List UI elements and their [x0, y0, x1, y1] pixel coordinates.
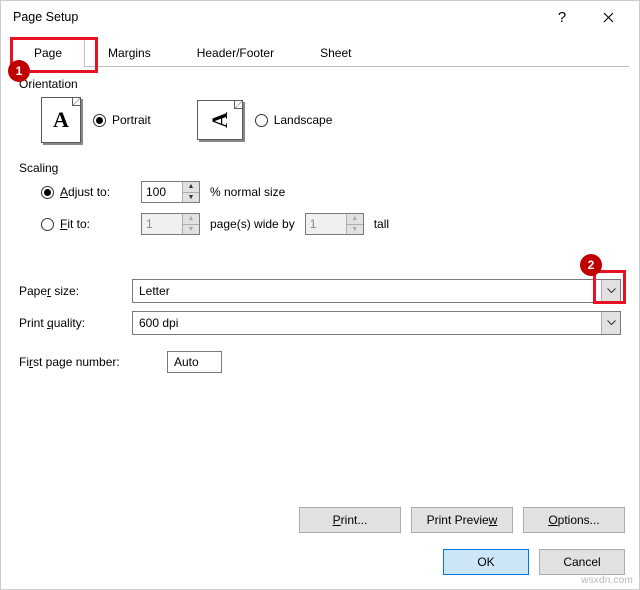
close-button[interactable]	[585, 1, 631, 33]
radio-icon	[41, 186, 54, 199]
radio-icon	[255, 114, 268, 127]
radio-icon	[93, 114, 106, 127]
print-quality-combo[interactable]	[132, 311, 621, 335]
ok-cancel-row: OK Cancel	[443, 549, 625, 575]
fit-wide-spinner[interactable]: ▲▼	[141, 213, 200, 235]
first-page-label: First page number:	[19, 355, 159, 369]
print-quality-label: Print quality:	[19, 316, 124, 330]
print-quality-dropdown-button[interactable]	[601, 312, 620, 334]
callout-2-highlight: 2	[593, 270, 626, 304]
fit-to-radio[interactable]: Fit to:	[41, 217, 131, 231]
landscape-icon[interactable]: A	[197, 100, 243, 140]
fit-wide-input[interactable]	[142, 214, 182, 234]
orientation-label: Orientation	[19, 77, 621, 91]
tab-sheet[interactable]: Sheet	[297, 38, 374, 67]
tab-page[interactable]: Page	[11, 38, 85, 67]
fit-tall-input[interactable]	[306, 214, 346, 234]
print-preview-button[interactable]: Print Preview	[411, 507, 513, 533]
action-button-row: Print... Print Preview Options...	[299, 507, 625, 533]
print-quality-value[interactable]	[133, 312, 601, 334]
watermark: wsxdn.com	[581, 575, 633, 586]
cancel-button[interactable]: Cancel	[539, 549, 625, 575]
scaling-group: Scaling Adjust to: ▲▼ % normal size Fit …	[11, 155, 629, 257]
portrait-icon[interactable]: A	[41, 97, 81, 143]
options-button[interactable]: Options...	[523, 507, 625, 533]
window-title: Page Setup	[9, 10, 539, 24]
first-page-row: First page number: Auto	[11, 347, 629, 377]
title-bar: Page Setup ?	[1, 1, 639, 33]
print-button[interactable]: Print...	[299, 507, 401, 533]
tab-strip: 1 Page Margins Header/Footer Sheet	[1, 37, 639, 66]
paper-size-row: Paper size: 2	[11, 275, 629, 307]
spinner-buttons[interactable]: ▲▼	[182, 214, 199, 234]
adjust-value-input[interactable]	[142, 182, 182, 202]
chevron-down-icon	[607, 320, 616, 326]
orientation-group: Orientation A Portrait A Landscape	[11, 67, 629, 155]
scaling-label: Scaling	[19, 161, 621, 175]
paper-size-combo[interactable]	[132, 279, 621, 303]
adjust-spinner[interactable]: ▲▼	[141, 181, 200, 203]
tab-panel: Orientation A Portrait A Landscape	[11, 66, 629, 377]
page-setup-dialog: Page Setup ? 1 Page Margins Header/Foote…	[0, 0, 640, 590]
spinner-buttons[interactable]: ▲▼	[346, 214, 363, 234]
fit-mid-label: page(s) wide by	[210, 217, 295, 231]
first-page-input[interactable]: Auto	[167, 351, 222, 373]
tab-margins[interactable]: Margins	[85, 38, 174, 67]
fit-tall-spinner[interactable]: ▲▼	[305, 213, 364, 235]
radio-icon	[41, 218, 54, 231]
tab-header-footer[interactable]: Header/Footer	[174, 38, 297, 67]
landscape-radio[interactable]: Landscape	[255, 113, 333, 127]
help-icon: ?	[558, 9, 566, 26]
spinner-buttons[interactable]: ▲▼	[182, 182, 199, 202]
close-icon	[603, 12, 614, 23]
print-quality-row: Print quality:	[11, 307, 629, 339]
portrait-radio[interactable]: Portrait	[93, 113, 151, 127]
adjust-suffix: % normal size	[210, 185, 285, 199]
fit-suffix: tall	[374, 217, 389, 231]
callout-2-badge: 2	[580, 254, 602, 276]
paper-size-label: Paper size:	[19, 284, 124, 298]
paper-size-value[interactable]	[133, 280, 601, 302]
ok-button[interactable]: OK	[443, 549, 529, 575]
help-button[interactable]: ?	[539, 1, 585, 33]
adjust-to-radio[interactable]: Adjust to:	[41, 185, 131, 199]
